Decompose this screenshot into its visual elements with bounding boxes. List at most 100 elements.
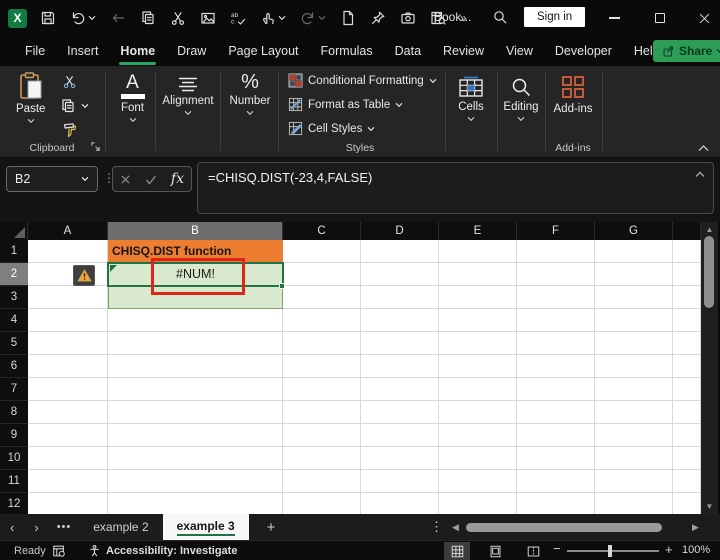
sheet-list-icon[interactable]: ••• (49, 521, 80, 533)
cell-F11[interactable] (517, 470, 595, 493)
sheet-tab-example-3[interactable]: example 3 (162, 514, 249, 540)
cell-D5[interactable] (361, 332, 439, 355)
cell-G3[interactable] (595, 286, 673, 309)
ribbon-tab-review[interactable]: Review (432, 38, 495, 64)
cancel-icon[interactable] (120, 174, 131, 185)
cell-partial-11[interactable] (673, 470, 701, 493)
copy-button[interactable] (60, 98, 89, 114)
cells-menu-button[interactable]: Cells (450, 76, 492, 122)
insert-function-icon[interactable]: fx (171, 171, 184, 187)
zoom-level[interactable]: 100% (682, 544, 710, 556)
cell-C1[interactable] (283, 240, 361, 263)
cell-E7[interactable] (439, 378, 517, 401)
cell-G12[interactable] (595, 493, 673, 514)
cell-A3[interactable] (28, 286, 108, 309)
cell-C12[interactable] (283, 493, 361, 514)
cell-F3[interactable] (517, 286, 595, 309)
cell-C4[interactable] (283, 309, 361, 332)
pin-icon[interactable] (365, 6, 391, 30)
cell-partial-2[interactable] (673, 263, 701, 286)
hscroll-left-icon[interactable]: ◀ (452, 522, 459, 533)
cell-G5[interactable] (595, 332, 673, 355)
row-header-9[interactable]: 9 (0, 424, 28, 447)
cell-G1[interactable] (595, 240, 673, 263)
cell-D10[interactable] (361, 447, 439, 470)
cell-A6[interactable] (28, 355, 108, 378)
cell-G4[interactable] (595, 309, 673, 332)
camera-icon[interactable] (395, 6, 421, 30)
cell-B12[interactable] (108, 493, 283, 514)
paste-button[interactable]: Paste (16, 72, 45, 124)
sheet-next-icon[interactable]: › (24, 520, 48, 535)
column-header-A[interactable]: A (28, 222, 108, 240)
cell-E10[interactable] (439, 447, 517, 470)
name-box[interactable]: B2 (6, 166, 98, 192)
cell-A4[interactable] (28, 309, 108, 332)
hscroll-right-icon[interactable]: ▶ (692, 522, 699, 533)
new-document-icon[interactable] (335, 6, 361, 30)
ribbon-tab-formulas[interactable]: Formulas (310, 38, 384, 64)
page-layout-view-icon[interactable] (482, 542, 508, 560)
cell-partial-6[interactable] (673, 355, 701, 378)
ribbon-tab-home[interactable]: Home (109, 38, 166, 65)
chevron-up-icon[interactable] (695, 171, 705, 178)
cell-partial-10[interactable] (673, 447, 701, 470)
sheet-prev-icon[interactable]: ‹ (0, 520, 24, 535)
column-header-B[interactable]: B (108, 222, 283, 240)
cell-F10[interactable] (517, 447, 595, 470)
column-header-D[interactable]: D (361, 222, 439, 240)
cell-D3[interactable] (361, 286, 439, 309)
share-button[interactable]: Share (653, 40, 720, 62)
sheet-tab-example-2[interactable]: example 2 (79, 514, 162, 540)
cell-F8[interactable] (517, 401, 595, 424)
cell-D2[interactable] (361, 263, 439, 286)
maximize-button[interactable] (640, 0, 680, 36)
minimize-button[interactable] (594, 0, 634, 36)
macro-record-icon[interactable] (52, 544, 66, 558)
row-header-6[interactable]: 6 (0, 355, 28, 378)
formula-input[interactable]: =CHISQ.DIST(-23,4,FALSE) (197, 162, 714, 214)
cell-D12[interactable] (361, 493, 439, 514)
cell-B4[interactable] (108, 309, 283, 332)
cell-E4[interactable] (439, 309, 517, 332)
scroll-up-icon[interactable]: ▲ (701, 225, 718, 234)
cell-A9[interactable] (28, 424, 108, 447)
sheet-options-icon[interactable]: ⋮ (430, 519, 443, 535)
cell-E11[interactable] (439, 470, 517, 493)
cell-E12[interactable] (439, 493, 517, 514)
vertical-scroll-thumb[interactable] (704, 236, 714, 308)
cell-A11[interactable] (28, 470, 108, 493)
fill-handle[interactable] (279, 283, 285, 289)
cell-D4[interactable] (361, 309, 439, 332)
row-header-2[interactable]: 2 (0, 263, 28, 286)
cell-F9[interactable] (517, 424, 595, 447)
cell-B7[interactable] (108, 378, 283, 401)
cell-E5[interactable] (439, 332, 517, 355)
cell-C6[interactable] (283, 355, 361, 378)
cell-E6[interactable] (439, 355, 517, 378)
clipboard-dialog-launcher-icon[interactable] (90, 141, 101, 152)
horizontal-scroll-thumb[interactable] (466, 523, 662, 532)
cell-F5[interactable] (517, 332, 595, 355)
save-icon[interactable] (35, 6, 61, 30)
cell-G8[interactable] (595, 401, 673, 424)
touch-mode-icon[interactable] (255, 6, 291, 30)
cell-C2[interactable] (283, 263, 361, 286)
cell-G2[interactable] (595, 263, 673, 286)
collapse-ribbon-icon[interactable] (698, 144, 709, 152)
normal-view-icon[interactable] (444, 542, 470, 560)
ribbon-tab-file[interactable]: File (14, 38, 56, 64)
conditional-formatting-button[interactable]: Conditional Formatting (288, 73, 437, 88)
ribbon-tab-insert[interactable]: Insert (56, 38, 109, 64)
ribbon-tab-view[interactable]: View (495, 38, 544, 64)
cell-D1[interactable] (361, 240, 439, 263)
number-menu-button[interactable]: % Number (224, 72, 276, 116)
ribbon-tab-developer[interactable]: Developer (544, 38, 623, 64)
cell-partial-8[interactable] (673, 401, 701, 424)
cell-E2[interactable] (439, 263, 517, 286)
zoom-out-button[interactable]: − (553, 541, 561, 556)
cell-partial-9[interactable] (673, 424, 701, 447)
cell-G7[interactable] (595, 378, 673, 401)
cell-E1[interactable] (439, 240, 517, 263)
cell-D9[interactable] (361, 424, 439, 447)
